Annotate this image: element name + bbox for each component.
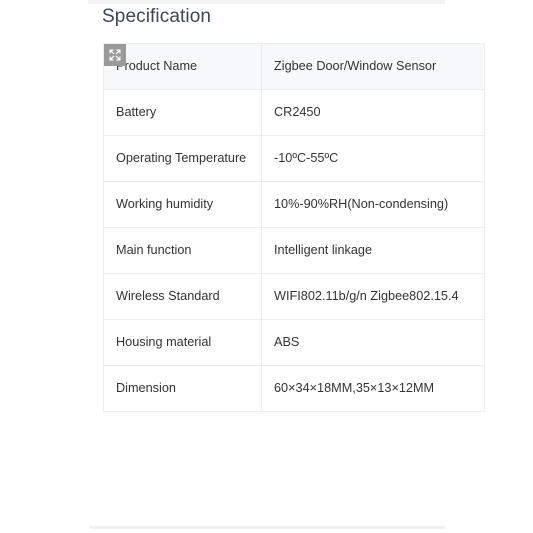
spec-label: Working humidity xyxy=(103,181,262,228)
specification-table: Product Name Zigbee Door/Window Sensor B… xyxy=(103,43,485,412)
specification-page: Specification Product Name Zigbee Door/W… xyxy=(0,0,533,533)
spec-table-container: Product Name Zigbee Door/Window Sensor B… xyxy=(103,43,485,412)
spec-value: 10%-90%RH(Non-condensing) xyxy=(261,181,485,228)
spec-label: Housing material xyxy=(103,319,262,366)
spec-label: Battery xyxy=(103,89,262,136)
spec-value: Intelligent linkage xyxy=(261,227,485,274)
table-row: Battery CR2450 xyxy=(103,89,485,136)
table-row: Main function Intelligent linkage xyxy=(103,227,485,274)
spec-label: Main function xyxy=(103,227,262,274)
expand-arrows-icon[interactable] xyxy=(104,44,126,66)
spec-value: CR2450 xyxy=(261,89,485,136)
spec-value: -10ºC-55ºC xyxy=(261,135,485,182)
table-row: Dimension 60×34×18MM,35×13×12MM xyxy=(103,365,485,412)
spec-value: 60×34×18MM,35×13×12MM xyxy=(261,365,485,412)
spec-label: Wireless Standard xyxy=(103,273,262,320)
table-row: Working humidity 10%-90%RH(Non-condensin… xyxy=(103,181,485,228)
spec-label: Operating Temperature xyxy=(103,135,262,182)
spec-label: Dimension xyxy=(103,365,262,412)
table-row: Housing material ABS xyxy=(103,319,485,366)
spec-label: Product Name xyxy=(103,43,262,90)
spec-value: Zigbee Door/Window Sensor xyxy=(261,43,485,90)
specification-content: Specification Product Name Zigbee Door/W… xyxy=(88,0,485,412)
bottom-section-divider xyxy=(89,526,445,529)
table-row: Product Name Zigbee Door/Window Sensor xyxy=(103,43,485,90)
spec-value: ABS xyxy=(261,319,485,366)
table-row: Wireless Standard WIFI802.11b/g/n Zigbee… xyxy=(103,273,485,320)
page-title: Specification xyxy=(102,6,212,27)
spec-value: WIFI802.11b/g/n Zigbee802.15.4 xyxy=(261,273,485,320)
table-row: Operating Temperature -10ºC-55ºC xyxy=(103,135,485,182)
